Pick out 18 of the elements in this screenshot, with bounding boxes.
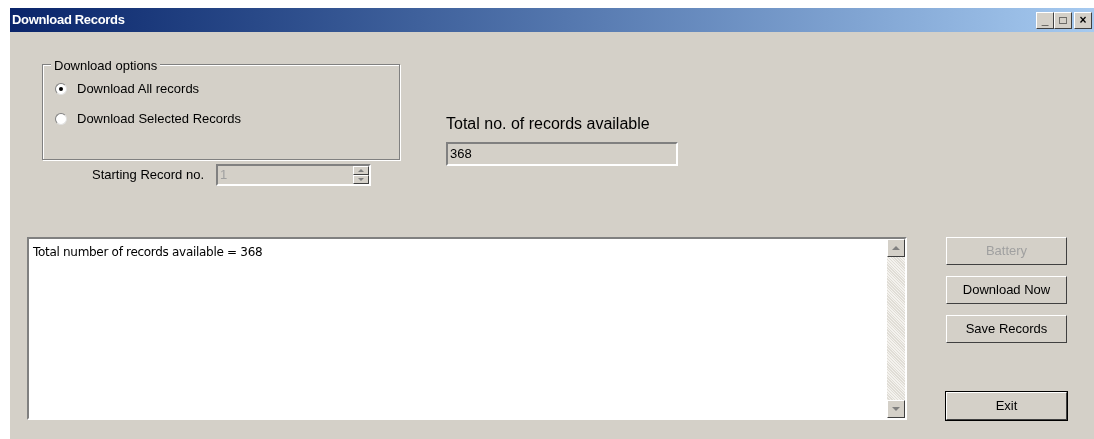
total-records-field: 368	[446, 142, 678, 166]
scrollbar[interactable]	[887, 239, 905, 418]
radio-option[interactable]: Download Selected Records	[55, 109, 399, 129]
close-button[interactable]: ×	[1074, 11, 1092, 29]
radio-button[interactable]	[55, 113, 67, 125]
radio-option[interactable]: Download All records	[55, 79, 399, 99]
field-label: Total no. of records available	[446, 114, 651, 134]
maximize-button[interactable]: □	[1054, 11, 1072, 29]
minimize-button[interactable]: _	[1036, 11, 1054, 29]
field-label: Starting Record no.	[92, 166, 204, 185]
window-title: Download Records	[12, 11, 125, 30]
dialog-button[interactable]: Save Records	[946, 315, 1067, 343]
radio-button[interactable]	[55, 83, 67, 95]
dialog-button[interactable]: Exit	[946, 392, 1067, 420]
scroll-up-icon[interactable]	[892, 246, 900, 250]
dialog-button[interactable]: Download Now	[946, 276, 1067, 304]
log-line: Total number of records available = 368	[33, 244, 264, 261]
scroll-down-icon[interactable]	[892, 407, 900, 411]
